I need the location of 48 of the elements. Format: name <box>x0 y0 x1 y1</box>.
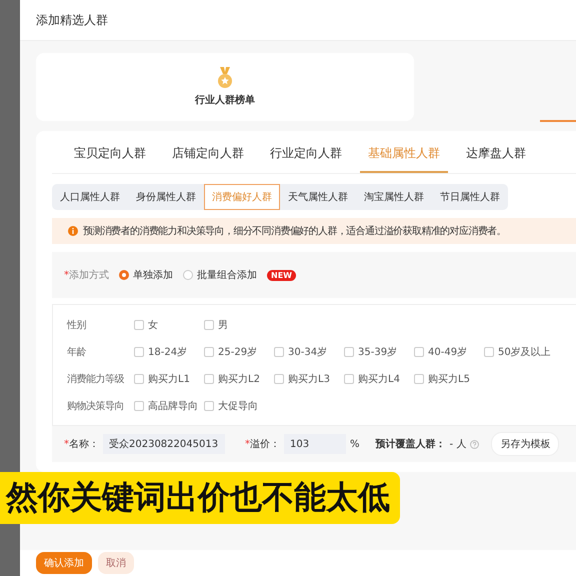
radio-option[interactable]: 批量组合添加 <box>183 268 257 282</box>
new-badge: NEW <box>267 270 296 280</box>
info-icon <box>68 226 78 236</box>
subcategory-tab[interactable]: 淘宝属性人群 <box>356 184 432 210</box>
checkbox-option[interactable]: 30-34岁 <box>274 344 344 358</box>
checkbox-option[interactable]: 男 <box>204 318 274 332</box>
radio-option[interactable]: 单独添加 <box>119 268 173 282</box>
medal-icon <box>215 67 235 89</box>
filter-label: 购物决策导向 <box>67 400 125 412</box>
subcategory-tab[interactable]: 节日属性人群 <box>432 184 508 210</box>
cancel-button[interactable]: 取消 <box>98 552 134 574</box>
premium-input[interactable]: 103 <box>284 434 346 454</box>
checkbox-option[interactable]: 女 <box>134 318 204 332</box>
checkbox-option[interactable]: 18-24岁 <box>134 344 204 358</box>
checkbox-option[interactable]: 购买力L5 <box>414 372 484 386</box>
checkbox-option[interactable]: 35-39岁 <box>344 344 414 358</box>
category-tab[interactable]: 达摩盘人群 <box>458 139 534 173</box>
checkbox-option[interactable]: 购买力L1 <box>134 372 204 386</box>
checkbox-option[interactable]: 大促导向 <box>204 398 274 412</box>
subcategory-tab[interactable]: 人口属性人群 <box>52 184 128 210</box>
checkbox-option[interactable]: 购买力L2 <box>204 372 274 386</box>
subtitle-caption: 然你关键词出价也不能太低 <box>0 472 400 524</box>
coverage-label: 预计覆盖人群： <box>376 437 446 451</box>
checkbox-option[interactable]: 购买力L4 <box>344 372 414 386</box>
name-input[interactable]: 受众20230822045013 <box>103 434 225 454</box>
notice-text: 预测消费者的消费能力和决策导向，细分不同消费偏好的人群，适合通过溢价获取精准的对应消费者。 <box>83 224 506 238</box>
ranking-card[interactable]: 行业人群榜单 <box>36 53 414 121</box>
field-label: *名称： <box>64 438 99 451</box>
filter-label: 年龄 <box>67 346 87 358</box>
checkbox-option[interactable]: 高品牌导向 <box>134 398 204 412</box>
coverage-value: - 人 <box>450 438 466 451</box>
filter-label: 消费能力等级 <box>67 372 125 386</box>
filter-label: 性别 <box>67 318 87 332</box>
category-tab[interactable]: 行业定向人群 <box>262 139 350 173</box>
help-icon[interactable] <box>470 440 480 448</box>
dialog-title: 添加精选人群 <box>36 12 108 28</box>
field-label: *添加方式 <box>64 268 109 282</box>
subcategory-tab[interactable]: 身份属性人群 <box>128 184 204 210</box>
save-template-button[interactable]: 另存为模板 <box>491 432 560 456</box>
category-tab[interactable]: 宝贝定向人群 <box>66 139 154 173</box>
checkbox-option[interactable]: 购买力L3 <box>274 372 344 386</box>
checkbox-option[interactable]: 25-29岁 <box>204 344 274 358</box>
category-tab[interactable]: 店铺定向人群 <box>164 139 252 173</box>
subcategory-tab[interactable]: 天气属性人群 <box>280 184 356 210</box>
unit-text: % <box>350 438 360 450</box>
field-label: *溢价： <box>245 438 280 451</box>
checkbox-option[interactable]: 40-49岁 <box>414 344 484 358</box>
checkbox-option[interactable]: 50岁及以上 <box>484 344 554 358</box>
